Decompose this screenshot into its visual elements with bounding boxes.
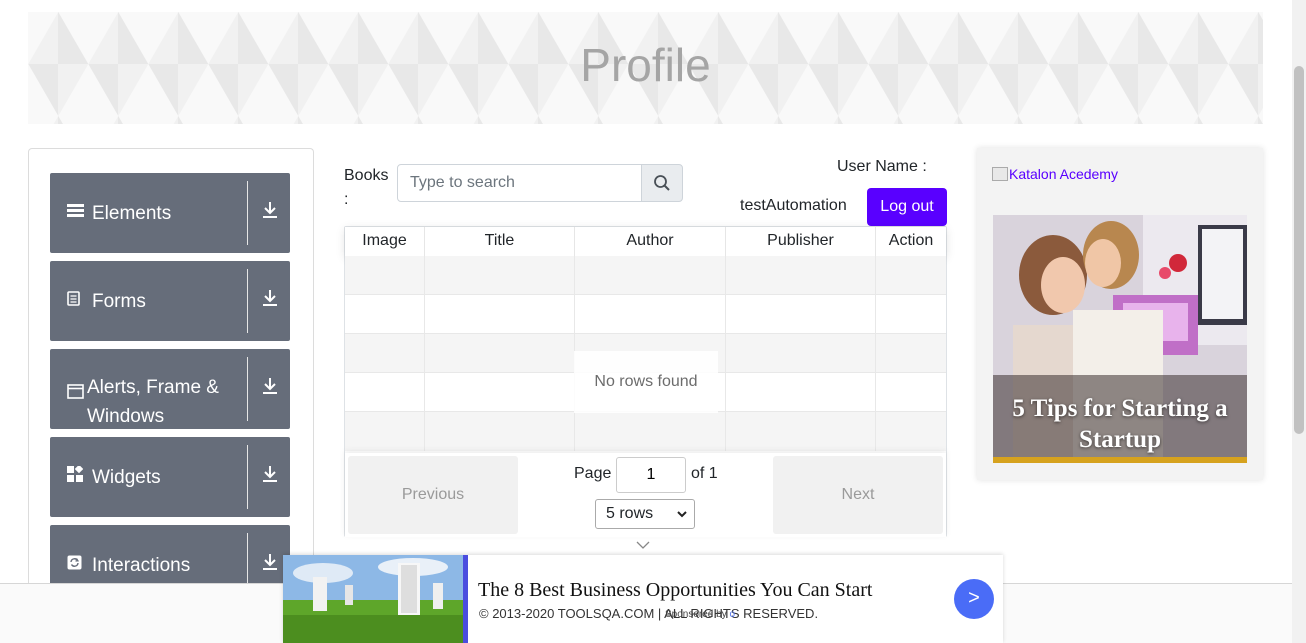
books-label: Books : [344, 167, 389, 208]
broken-image-icon [992, 167, 1008, 181]
ad-go-button[interactable]: > [954, 579, 994, 619]
copyright-text: © 2013-2020 TOOLSQA.COM | ALL RIGHTS RES… [479, 606, 819, 621]
download-arrow-icon[interactable] [260, 465, 280, 489]
next-page-button[interactable]: Next [773, 456, 943, 534]
nav-group-alerts-frame-windows[interactable]: Alerts, Frame & Windows [50, 349, 290, 429]
sponsored-by-text: Sponsored by [665, 609, 727, 620]
document-icon [67, 287, 89, 316]
table-row [345, 256, 946, 295]
ad-caption: 5 Tips for Starting a Startup [1012, 395, 1228, 453]
hamburger-icon [67, 199, 89, 228]
refresh-icon [67, 551, 89, 580]
download-arrow-icon[interactable] [260, 553, 280, 577]
table-header: Image Title Author Publisher Action [345, 227, 946, 256]
divider [247, 269, 248, 333]
table-row [345, 412, 946, 451]
nav-group-widgets[interactable]: Widgets [50, 437, 290, 517]
ad-stripe [463, 555, 468, 643]
user-name-value: testAutomation [740, 197, 847, 214]
katalon-ad-link[interactable]: Katalon Acedemy [992, 166, 1118, 182]
sponsor-name[interactable]: o [730, 609, 736, 620]
nav-group-header: Alerts, Frame & Windows [67, 349, 245, 429]
logout-button[interactable]: Log out [867, 188, 947, 226]
column-header-action[interactable]: Action [876, 227, 946, 256]
nav-group-header: Forms [67, 261, 245, 341]
download-arrow-icon[interactable] [260, 201, 280, 225]
widgets-icon [67, 463, 89, 492]
no-rows-message: No rows found [574, 351, 718, 413]
search-icon [654, 175, 670, 191]
chevron-down-icon[interactable] [636, 538, 650, 553]
sponsored-label: Sponsored by o [665, 609, 735, 620]
column-header-title[interactable]: Title [425, 227, 575, 256]
rows-per-page-value: 5 rows [606, 505, 654, 522]
search-button[interactable] [641, 164, 683, 202]
ad-alt-text: Katalon Acedemy [1009, 166, 1118, 182]
scrollbar-thumb[interactable] [1294, 66, 1304, 434]
divider [247, 357, 248, 421]
sidebar-ad-panel: Katalon Acedemy 5 Tips for Starting a St… [977, 148, 1263, 480]
ad-headline[interactable]: The 8 Best Business Opportunities You Ca… [478, 579, 872, 602]
bottom-ad-banner[interactable]: The 8 Best Business Opportunities You Ca… [283, 555, 1003, 643]
user-name-label: User Name : [837, 158, 927, 175]
window-icon [67, 380, 84, 409]
rows-per-page-select[interactable]: 5 rows [595, 499, 695, 529]
column-header-author[interactable]: Author [575, 227, 726, 256]
nav-group-label: Interactions [92, 554, 191, 576]
nav-group-header: Widgets [67, 437, 245, 517]
ad-accent-bar [993, 457, 1247, 463]
page-total-label: of 1 [691, 465, 718, 482]
divider [247, 181, 248, 245]
nav-group-label: Forms [92, 290, 146, 312]
page-number-input[interactable] [616, 457, 686, 493]
nav-group-forms[interactable]: Forms [50, 261, 290, 341]
divider [247, 445, 248, 509]
page-label: Page [574, 465, 612, 482]
search-box [397, 164, 683, 202]
search-input[interactable] [397, 164, 642, 202]
page: Profile Elements Forms Alerts, Frame & W… [0, 0, 1306, 643]
startup-ad-image[interactable]: 5 Tips for Starting a Startup [993, 215, 1247, 463]
table-row [345, 295, 946, 334]
nav-group-elements[interactable]: Elements [50, 173, 290, 253]
chevron-down-icon [676, 500, 688, 538]
left-nav-panel: Elements Forms Alerts, Frame & Windows W… [28, 148, 314, 605]
vertical-scrollbar[interactable] [1292, 0, 1306, 643]
nav-group-header: Elements [67, 173, 245, 253]
page-title: Profile [580, 39, 711, 91]
column-header-publisher[interactable]: Publisher [726, 227, 876, 256]
nav-group-label: Widgets [92, 466, 161, 488]
nav-group-label: Alerts, Frame & Windows [87, 377, 219, 427]
download-arrow-icon[interactable] [260, 377, 280, 401]
column-header-image[interactable]: Image [345, 227, 425, 256]
nav-group-label: Elements [92, 202, 172, 224]
books-table: Image Title Author Publisher Action No r… [344, 226, 947, 537]
page-header-banner: Profile [28, 12, 1263, 124]
pagination-bar: Previous Page of 1 5 rows Next [345, 453, 946, 537]
previous-page-button[interactable]: Previous [348, 456, 518, 534]
ad-thumbnail-image [283, 555, 463, 643]
download-arrow-icon[interactable] [260, 289, 280, 313]
